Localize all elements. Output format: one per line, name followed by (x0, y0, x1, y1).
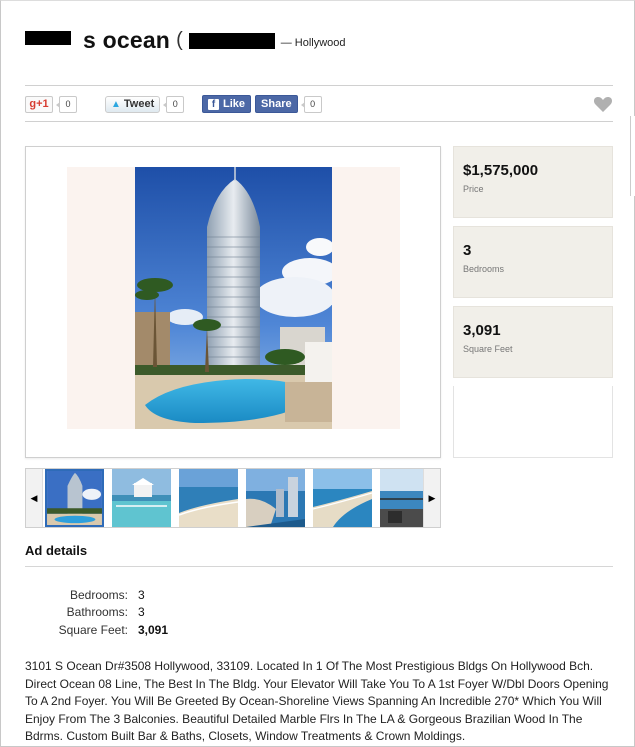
price-label: Price (463, 184, 484, 194)
listing-page: s ocean ( — Hollywood g+1 0 ▲ Tweet 0 f … (0, 0, 635, 747)
thumbnail-4[interactable] (246, 469, 305, 527)
facebook-share-count: 0 (300, 95, 322, 113)
redaction-bar (25, 31, 71, 45)
listing-city: — Hollywood (280, 37, 346, 49)
tweet-button[interactable]: ▲ Tweet (105, 95, 161, 113)
chevron-left-icon: ◀ (30, 492, 38, 503)
twitter-bird-icon: ▲ (111, 98, 121, 110)
detail-value: 3 (138, 588, 145, 602)
side-panel-edge (630, 116, 635, 196)
thumbnail-2[interactable] (112, 469, 171, 527)
chevron-right-icon: ▶ (428, 492, 436, 503)
facebook-f-icon: f (208, 98, 219, 110)
square-feet-label: Square Feet (463, 344, 513, 354)
main-photo-frame (25, 146, 441, 458)
ad-details-heading: Ad details (25, 543, 88, 558)
gplus-count: 0 (56, 95, 77, 113)
price-value: $1,575,000 (463, 162, 539, 179)
thumbnail-3[interactable] (179, 469, 238, 527)
heart-icon[interactable] (593, 94, 613, 114)
thumbnail-carousel: ◀ ▶ (25, 468, 441, 528)
carousel-next-button[interactable]: ▶ (423, 469, 440, 527)
bedrooms-box: 3 Bedrooms (453, 226, 613, 298)
gplus-button[interactable]: g+1 (25, 95, 53, 113)
detail-value: 3,091 (138, 623, 169, 637)
square-feet-value: 3,091 (463, 322, 501, 339)
listing-title: s ocean (83, 26, 171, 53)
bedrooms-label: Bedrooms (463, 264, 505, 274)
section-divider (25, 566, 613, 567)
facebook-like-label: Like (223, 98, 246, 110)
detail-value: 3 (138, 605, 145, 619)
thumbnail-1[interactable] (45, 469, 104, 527)
tweet-count: 0 (163, 95, 185, 113)
detail-row-bathrooms: Bathrooms: 3 (25, 605, 325, 621)
square-feet-box: 3,091 Square Feet (453, 306, 613, 378)
detail-row-square-feet: Square Feet: 3,091 (25, 623, 325, 639)
thumbnail-5[interactable] (313, 469, 372, 527)
facebook-widget: f Like Share 0 (202, 95, 322, 113)
tweet-widget: ▲ Tweet 0 (105, 95, 185, 113)
empty-stat-box (453, 386, 613, 458)
listing-title-row: s ocean ( — Hollywood (25, 25, 346, 55)
thumbnail-6[interactable] (380, 469, 423, 527)
detail-key: Bedrooms: (69, 588, 128, 602)
detail-key: Square Feet: (58, 623, 128, 637)
main-listing-photo[interactable] (135, 167, 332, 429)
listing-description: 3101 S Ocean Dr#3508 Hollywood, 33109. L… (25, 659, 609, 744)
title-paren: ( (176, 28, 183, 51)
price-box: $1,575,000 Price (453, 146, 613, 218)
redaction-bar (188, 33, 275, 49)
tweet-label: Tweet (123, 98, 155, 110)
facebook-share-button[interactable]: Share (255, 95, 298, 113)
facebook-like-button[interactable]: f Like (202, 95, 252, 113)
carousel-prev-button[interactable]: ◀ (26, 469, 43, 527)
detail-row-bedrooms: Bedrooms: 3 (25, 588, 325, 604)
bedrooms-value: 3 (463, 242, 472, 259)
gplus-widget: g+1 0 (25, 95, 77, 113)
detail-key: Bathrooms: (66, 605, 128, 619)
social-share-bar: g+1 0 ▲ Tweet 0 f Like Share 0 (25, 85, 613, 122)
